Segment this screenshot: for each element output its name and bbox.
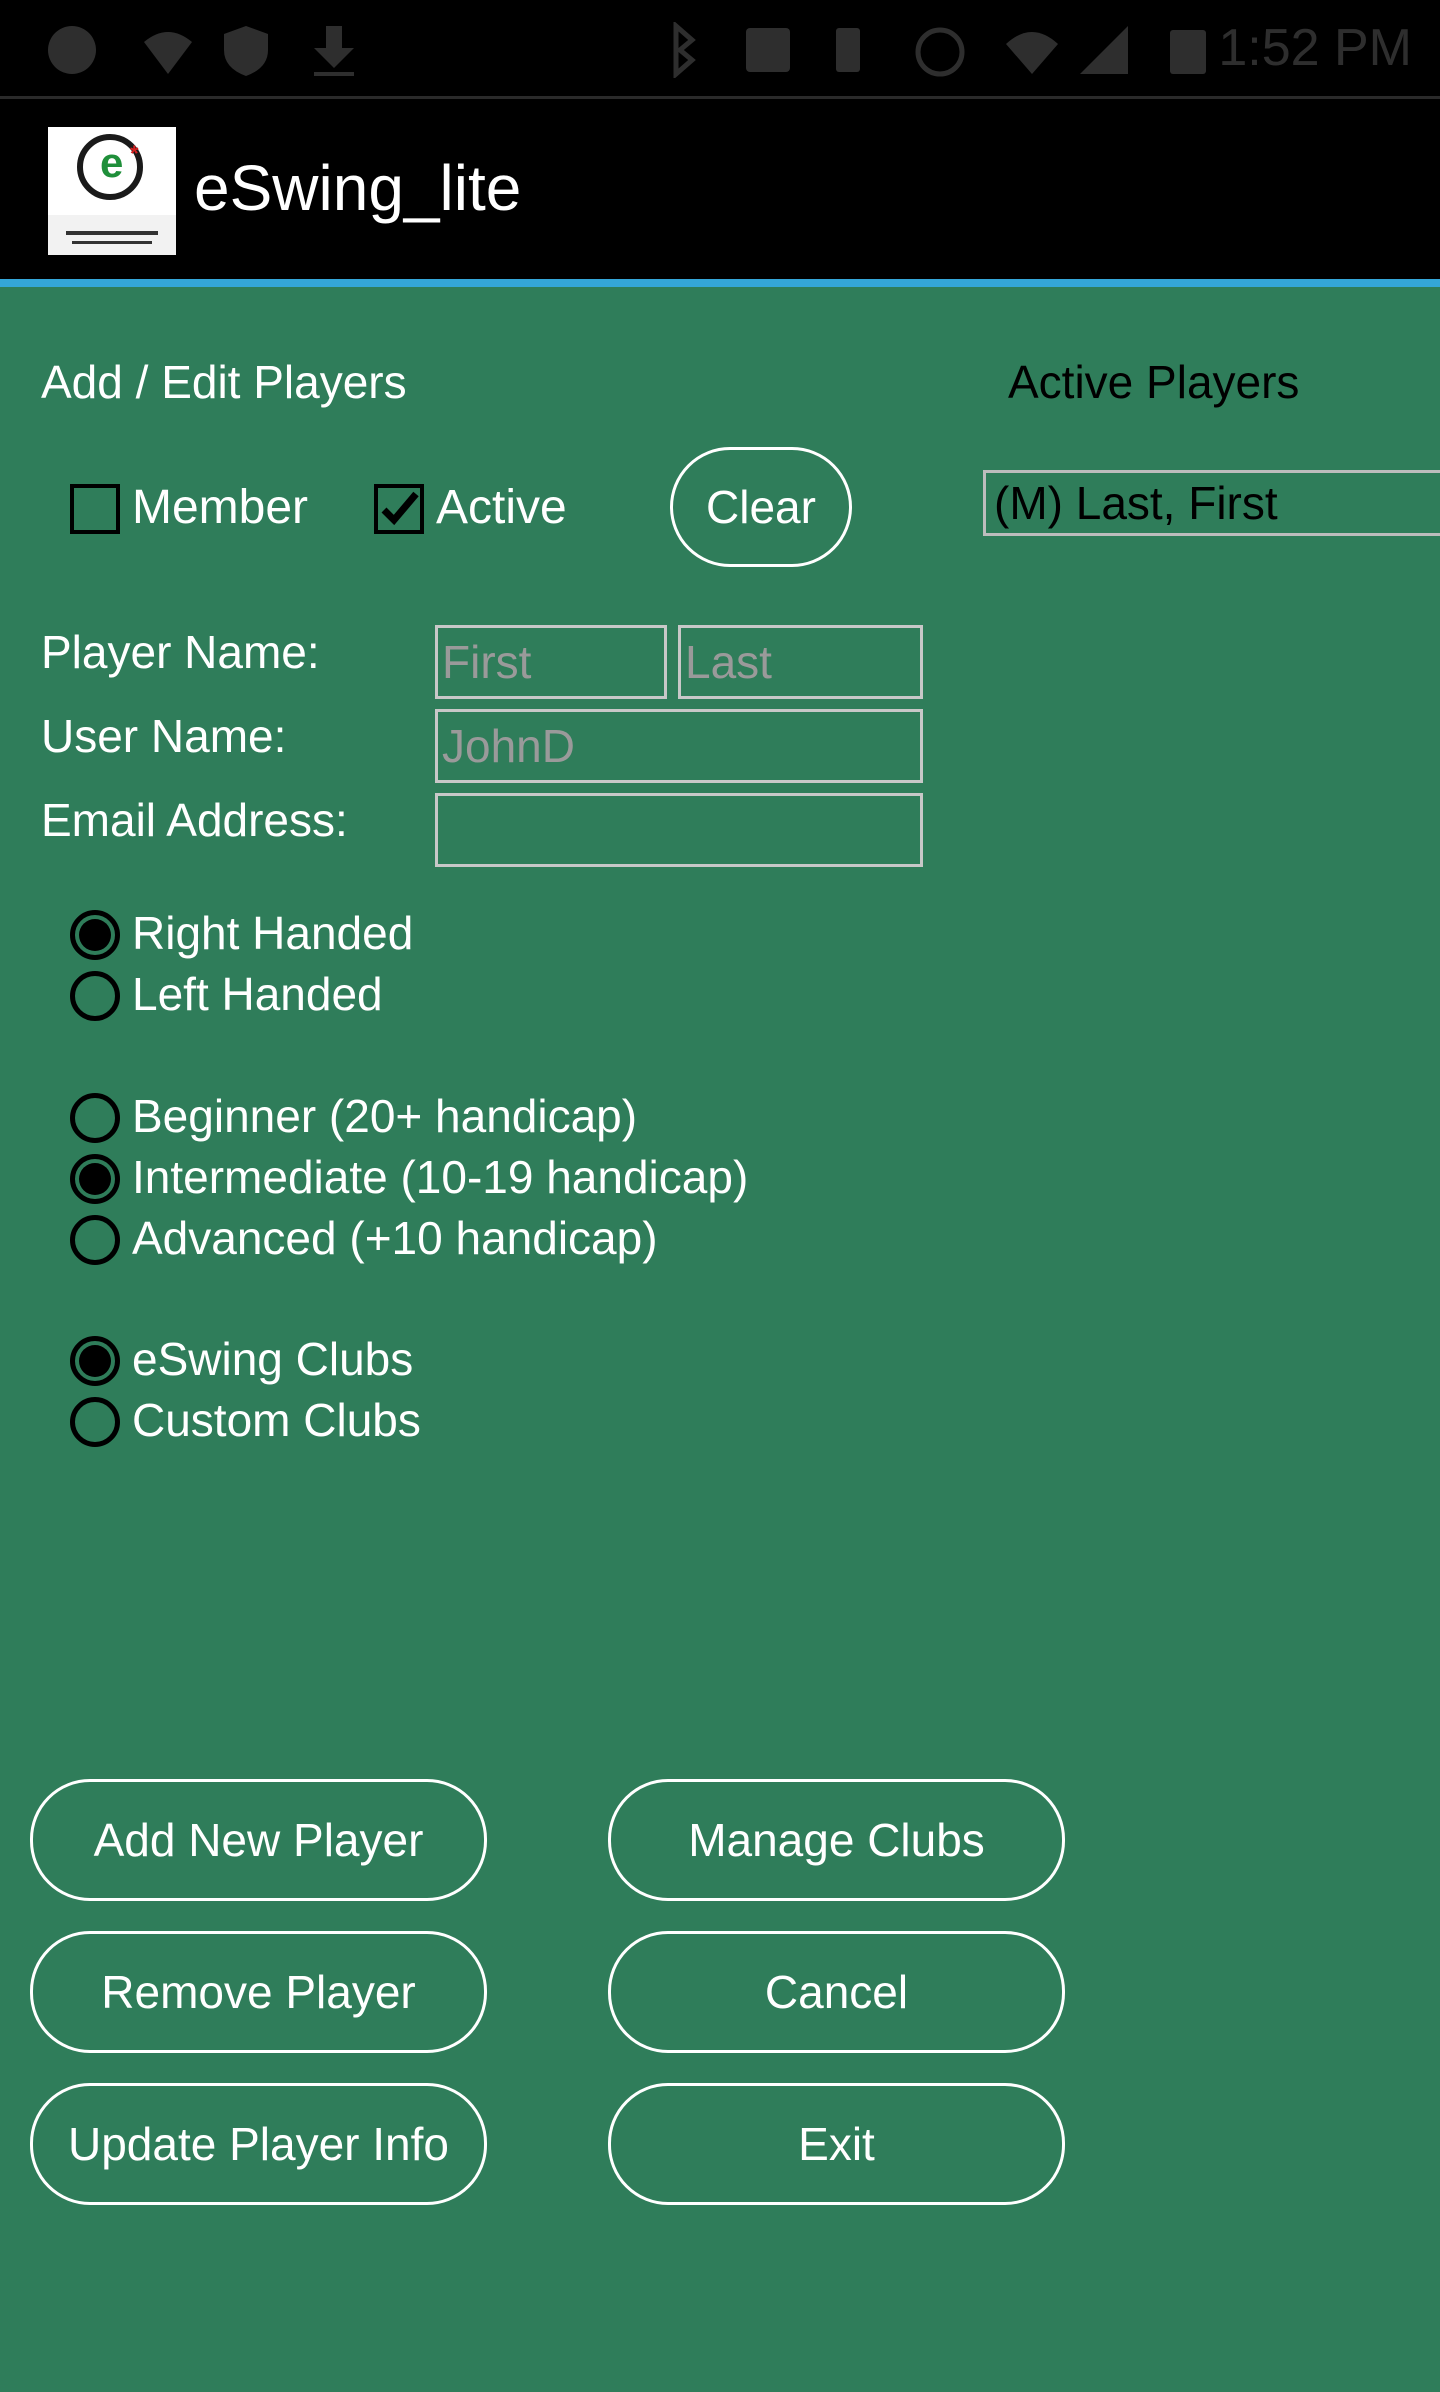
wifi-signal-icon bbox=[1006, 32, 1058, 74]
wifi-icon bbox=[144, 32, 192, 74]
bluetooth-icon bbox=[673, 22, 696, 78]
right-handed-label: Right Handed bbox=[132, 907, 414, 959]
beginner-radio[interactable] bbox=[70, 1093, 120, 1143]
advanced-radio[interactable] bbox=[70, 1215, 120, 1265]
cancel-button[interactable]: Cancel bbox=[608, 1931, 1065, 2053]
cell-signal-icon bbox=[1080, 26, 1128, 74]
eswing-logo-icon: e * bbox=[48, 127, 176, 255]
active-players-title: Active Players bbox=[1008, 356, 1300, 408]
email-label: Email Address: bbox=[41, 794, 348, 846]
member-label: Member bbox=[132, 481, 309, 534]
vibrate-icon bbox=[836, 28, 860, 72]
intermediate-radio[interactable] bbox=[70, 1154, 120, 1204]
beginner-label: Beginner (20+ handicap) bbox=[132, 1090, 638, 1142]
player-name-label: Player Name: bbox=[41, 626, 320, 678]
active-label: Active bbox=[436, 481, 567, 534]
app-logo: e * bbox=[48, 127, 176, 255]
right-handed-radio[interactable] bbox=[70, 910, 120, 960]
custom-clubs-radio[interactable] bbox=[70, 1397, 120, 1447]
battery-icon bbox=[1170, 30, 1206, 74]
first-name-field[interactable]: First bbox=[435, 625, 667, 699]
advanced-label: Advanced (+10 handicap) bbox=[132, 1212, 658, 1264]
nfc-icon bbox=[746, 28, 790, 72]
active-checkbox[interactable] bbox=[374, 484, 424, 534]
app-notification-icon bbox=[48, 26, 96, 74]
svg-text:e: e bbox=[100, 139, 123, 186]
last-name-field[interactable]: Last bbox=[678, 625, 923, 699]
custom-clubs-label: Custom Clubs bbox=[132, 1394, 421, 1446]
download-icon bbox=[314, 26, 354, 76]
status-time: 1:52 PM bbox=[1218, 19, 1412, 77]
intermediate-label: Intermediate (10-19 handicap) bbox=[132, 1151, 749, 1203]
status-bar: 1:52 PM bbox=[0, 0, 1440, 99]
add-new-player-button[interactable]: Add New Player bbox=[30, 1779, 487, 1901]
svg-text:*: * bbox=[130, 141, 139, 166]
active-player-item[interactable]: (M) Last, First bbox=[983, 470, 1440, 536]
manage-clubs-button[interactable]: Manage Clubs bbox=[608, 1779, 1065, 1901]
left-handed-label: Left Handed bbox=[132, 968, 383, 1020]
app-title: eSwing_lite bbox=[194, 152, 522, 224]
section-title: Add / Edit Players bbox=[41, 356, 407, 408]
exit-button[interactable]: Exit bbox=[608, 2083, 1065, 2205]
eswing-clubs-label: eSwing Clubs bbox=[132, 1333, 414, 1385]
checkmark-icon bbox=[381, 491, 419, 526]
app-bar: e * eSwing_lite bbox=[0, 99, 1440, 279]
email-field[interactable] bbox=[435, 793, 923, 867]
eswing-clubs-radio[interactable] bbox=[70, 1336, 120, 1386]
shield-icon bbox=[224, 26, 268, 76]
alarm-icon bbox=[915, 27, 965, 77]
app-bar-divider bbox=[0, 279, 1440, 287]
user-name-label: User Name: bbox=[41, 710, 287, 762]
remove-player-button[interactable]: Remove Player bbox=[30, 1931, 487, 2053]
left-handed-radio[interactable] bbox=[70, 971, 120, 1021]
clear-button[interactable]: Clear bbox=[670, 447, 852, 567]
update-player-info-button[interactable]: Update Player Info bbox=[30, 2083, 487, 2205]
member-checkbox[interactable] bbox=[70, 484, 120, 534]
user-name-field[interactable]: JohnD bbox=[435, 709, 923, 783]
